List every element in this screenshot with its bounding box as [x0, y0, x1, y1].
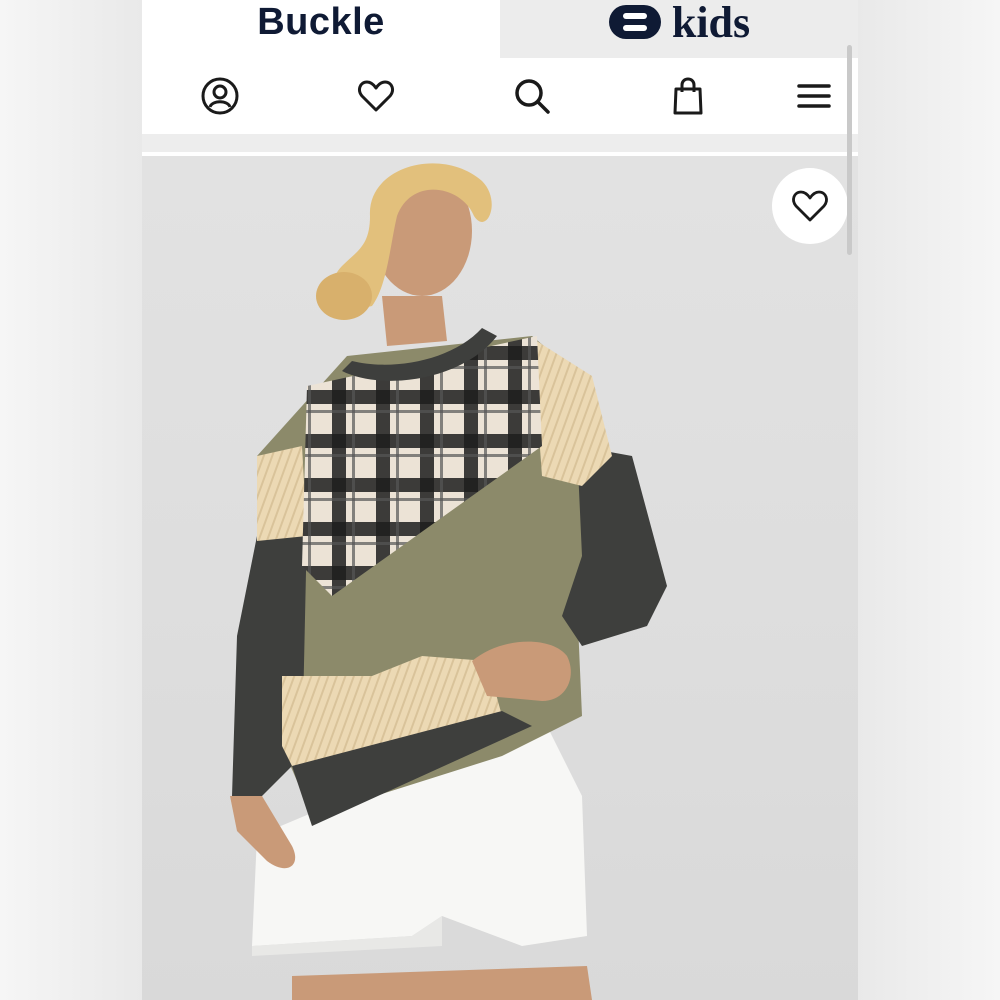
account-icon[interactable] [198, 74, 242, 118]
kids-logo-text: kids [671, 0, 751, 47]
search-icon[interactable] [510, 74, 554, 118]
heart-icon[interactable] [354, 74, 398, 118]
top-nav-bar [142, 58, 858, 135]
tab-buckle[interactable]: Buckle [142, 0, 500, 58]
buckle-logo: Buckle [257, 0, 385, 43]
product-image[interactable] [142, 156, 858, 1000]
tab-kids[interactable]: kids [500, 0, 858, 58]
favorite-button[interactable] [772, 168, 848, 244]
brand-tabs: Buckle kids [142, 0, 858, 58]
menu-icon[interactable] [792, 74, 836, 118]
left-blur-background [0, 0, 142, 1000]
mobile-screen: Buckle kids [142, 0, 858, 1000]
scrollbar[interactable] [847, 45, 852, 255]
bag-icon[interactable] [666, 74, 710, 118]
buckle-b-mark-icon [608, 5, 661, 39]
section-divider [142, 134, 858, 152]
right-blur-background [858, 0, 1000, 1000]
model-in-plaid-patchwork-sweatshirt [230, 163, 667, 1000]
heart-icon [792, 190, 828, 222]
